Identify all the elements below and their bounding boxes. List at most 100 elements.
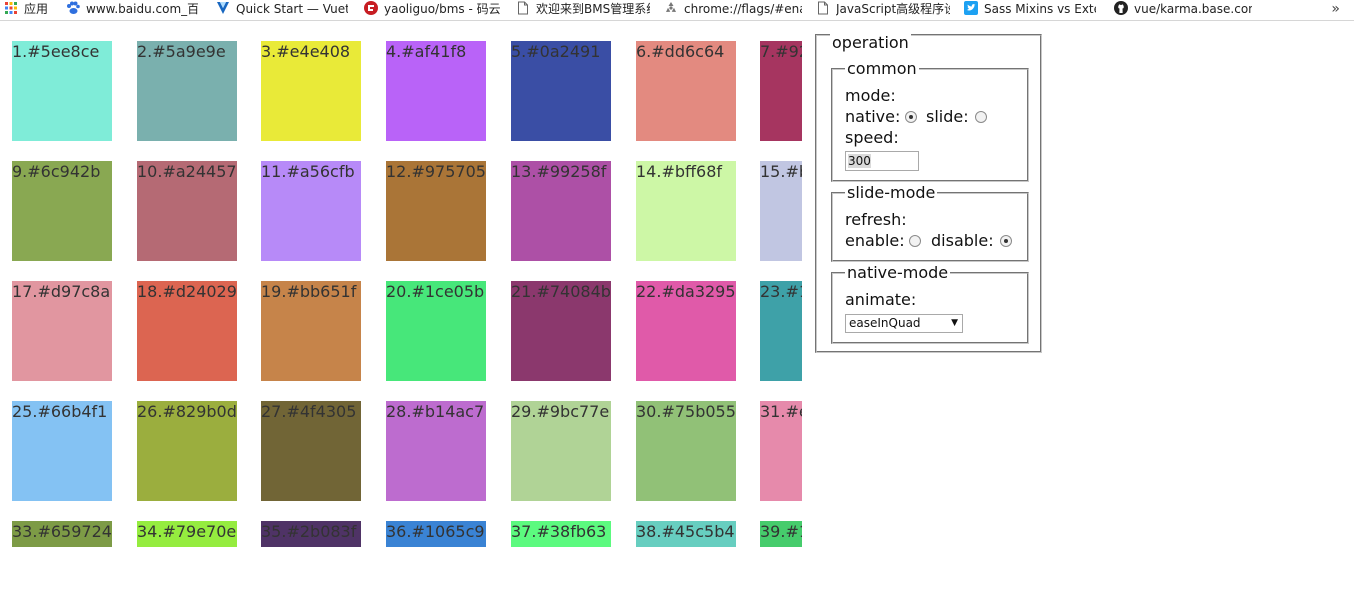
mode-label: mode: [845,86,896,105]
color-tile: 5.#0a2491 [511,41,611,141]
color-tile-label: 31.#e [760,402,802,421]
color-tile-label: 14.#bff68f [636,162,723,181]
operation-legend: operation [830,33,911,52]
color-grid: 1.#5ee8ce 2.#5a9e9e 3.#e4e408 4.#af41f8 5.#0… [12,41,802,551]
chrome-flags-icon [664,1,678,15]
color-tile: 35.#2b083f [261,521,361,547]
color-tile: 27.#4f4305 [261,401,361,501]
color-tile-label: 29.#9bc77e [511,402,610,421]
bookmark-bms[interactable]: 欢迎来到BMS管理系统 [516,0,652,20]
native-label: native: [845,107,901,126]
speed-input-value: 300 [848,154,871,168]
bookmark-javascript-book[interactable]: JavaScript高级程序设计 [816,0,952,20]
disable-label: disable: [931,231,994,250]
color-tile: 36.#1065c9 [386,521,486,547]
color-tile: 21.#74084b [511,281,611,381]
color-tile: 25.#66b4f1 [12,401,112,501]
color-tile: 14.#bff68f [636,161,736,261]
apps-grid-icon [4,1,18,15]
slide-label: slide: [926,107,969,126]
color-tile: 13.#99258f [511,161,611,261]
color-tile: 18.#d24029 [137,281,237,381]
color-tile: 2.#5a9e9e [137,41,237,141]
color-tile: 31.#e [760,401,802,501]
color-tile: 6.#dd6c64 [636,41,736,141]
vuetify-logo-icon [216,1,230,15]
page-icon [516,1,530,15]
color-tile: 10.#a24457 [137,161,237,261]
common-legend: common [845,59,919,78]
animate-label: animate: [845,290,917,309]
color-tile: 34.#79e70e [137,521,237,547]
enable-radio[interactable] [909,235,921,247]
speed-label: speed: [845,128,899,147]
color-tile-label: 22.#da3295 [636,282,736,301]
color-tile-label: 37.#38fb63 [511,522,607,541]
color-tile-label: 27.#4f4305 [261,402,357,421]
bookmark-vue-karma[interactable]: vue/karma.base.conf [1114,0,1254,20]
color-tile: 15.#b [760,161,802,261]
color-tile-label: 11.#a56cfb [261,162,355,181]
dropdown-arrow-icon: ▼ [951,318,958,328]
slide-mode-fieldset: slide-mode refresh: enable: disable: [831,184,1029,262]
color-tile-label: 9.#6c942b [12,162,101,181]
bookmark-label: vue/karma.base.conf [1134,2,1252,16]
slide-radio[interactable] [975,111,987,123]
bookmark-baidu[interactable]: www.baidu.com_百度 [66,0,202,20]
bookmark-label: chrome://flags/#enable [684,2,802,16]
native-mode-legend: native-mode [845,263,951,282]
color-tile: 9.#6c942b [12,161,112,261]
color-tile-label: 39.#1 [760,522,802,541]
color-tile: 3.#e4e408 [261,41,361,141]
color-tile-label: 23.#1 [760,282,802,301]
animate-select[interactable]: easeInQuad ▼ [845,314,963,333]
color-tile-label: 17.#d97c8a [12,282,111,301]
color-tile: 39.#1 [760,521,802,547]
color-tile: 11.#a56cfb [261,161,361,261]
speed-input[interactable]: 300 [845,151,919,171]
native-radio[interactable] [905,111,917,123]
color-tile: 1.#5ee8ce [12,41,112,141]
chevron-double-right-icon[interactable]: » [1331,0,1340,18]
color-tile-label: 7.#92 [760,42,802,61]
animate-select-value: easeInQuad [849,316,921,330]
common-fieldset: common mode: native: slide: speed: 300 [831,60,1029,182]
disable-radio[interactable] [1000,235,1012,247]
color-tile-label: 26.#829b0d [137,402,237,421]
bookmark-label: JavaScript高级程序设计 [836,2,950,16]
bookmarks-bar: 应用 www.baidu.com_百度 Quick Start — Vuetif… [0,0,1354,21]
color-tile-label: 10.#a24457 [137,162,237,181]
color-tile-label: 4.#af41f8 [386,42,467,61]
native-mode-fieldset: native-mode animate: easeInQuad ▼ [831,264,1029,344]
color-tile-label: 21.#74084b [511,282,611,301]
bookmark-label: Sass Mixins vs Extends [984,2,1096,16]
bookmark-chrome-flags[interactable]: chrome://flags/#enable [664,0,804,20]
color-tile: 4.#af41f8 [386,41,486,141]
twitter-bird-icon [964,1,978,15]
color-tile-label: 36.#1065c9 [386,522,485,541]
gitee-logo-icon [364,1,378,15]
color-tile: 37.#38fb63 [511,521,611,547]
color-tile-label: 13.#99258f [511,162,607,181]
color-tile: 20.#1ce05b [386,281,486,381]
color-tile-label: 38.#45c5b4 [636,522,735,541]
color-tile: 29.#9bc77e [511,401,611,501]
color-tile: 30.#75b055 [636,401,736,501]
color-tile-label: 28.#b14ac7 [386,402,485,421]
baidu-paw-icon [66,1,80,15]
slide-mode-legend: slide-mode [845,183,938,202]
operation-panel: operation common mode: native: slide: sp… [815,34,1042,353]
bookmark-sass-mixins[interactable]: Sass Mixins vs Extends [964,0,1100,20]
color-tile: 33.#659724 [12,521,112,547]
bookmark-apps[interactable]: 应用 [4,0,48,20]
bookmark-gitee[interactable]: yaoliguo/bms - 码云 [364,0,502,20]
color-tile: 7.#92 [760,41,802,141]
color-tile-label: 5.#0a2491 [511,42,601,61]
bookmark-label: Quick Start — Vuetify [236,2,348,16]
bookmark-vuetify[interactable]: Quick Start — Vuetify [216,0,350,20]
color-tile-label: 35.#2b083f [261,522,357,541]
color-tile: 22.#da3295 [636,281,736,381]
bookmark-label: 应用 [24,2,49,16]
color-tile: 17.#d97c8a [12,281,112,381]
bookmark-label: yaoliguo/bms - 码云 [384,2,500,16]
